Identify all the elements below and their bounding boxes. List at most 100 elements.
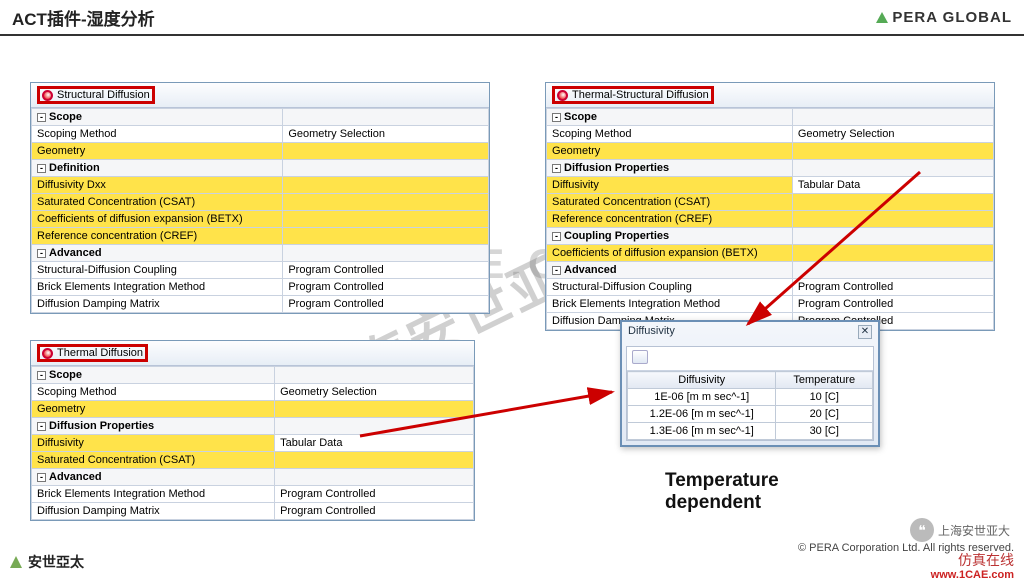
collapse-toggle-icon[interactable]: - [37,164,46,173]
property-name: Brick Elements Integration Method [32,486,275,503]
property-row: Diffusion Damping MatrixProgram Controll… [32,296,489,313]
property-name: Brick Elements Integration Method [547,296,793,313]
wechat-icon: ❝ [910,518,934,542]
property-grid: -ScopeScoping MethodGeometry SelectionGe… [31,366,474,520]
property-value[interactable] [792,245,993,262]
dialog-title-text: Diffusivity [628,325,675,339]
group-header: -Advanced [32,245,283,262]
panel-title-bar: Thermal Diffusion [31,341,474,366]
property-value[interactable]: Program Controlled [792,279,993,296]
footer-link: www.1CAE.com [931,569,1014,581]
property-row: Coefficients of diffusion expansion (BET… [32,211,489,228]
property-name: Scoping Method [32,384,275,401]
panel-title-text: Structural Diffusion [57,89,150,101]
slide-footer: 安世亞太 © PERA Corporation Ltd. All rights … [0,546,1024,576]
collapse-toggle-icon[interactable]: - [552,164,561,173]
property-row: Diffusivity Dxx [32,177,489,194]
property-value[interactable]: Program Controlled [283,296,489,313]
property-value[interactable]: Geometry Selection [275,384,474,401]
property-row: Structural-Diffusion CouplingProgram Con… [547,279,994,296]
group-header: -Scope [32,367,275,384]
diffusivity-dialog[interactable]: Diffusivity ✕ Diffusivity Temperature 1E… [620,320,880,447]
property-name: Structural-Diffusion Coupling [547,279,793,296]
property-value[interactable] [283,211,489,228]
dialog-body: Diffusivity Temperature 1E-06 [m m sec^-… [626,346,874,441]
table-tool-icon[interactable] [632,350,648,364]
property-row: -Scope [32,109,489,126]
property-row: Brick Elements Integration MethodProgram… [32,279,489,296]
wechat-attribution: ❝ 上海安世亚大 [910,518,1010,542]
property-value[interactable] [275,452,474,469]
property-value[interactable]: Geometry Selection [283,126,489,143]
collapse-toggle-icon[interactable]: - [37,422,46,431]
collapse-toggle-icon[interactable]: - [37,249,46,258]
property-row: -Coupling Properties [547,228,994,245]
close-icon[interactable]: ✕ [858,325,872,339]
property-row: Saturated Concentration (CSAT) [547,194,994,211]
table-header: Diffusivity [628,372,776,389]
property-value[interactable]: Tabular Data [275,435,474,452]
property-name: Diffusion Damping Matrix [32,503,275,520]
property-row: Diffusion Damping MatrixProgram Controll… [32,503,474,520]
collapse-toggle-icon[interactable]: - [552,113,561,122]
property-name: Diffusivity [32,435,275,452]
property-value[interactable]: Program Controlled [283,279,489,296]
property-value[interactable]: Program Controlled [792,296,993,313]
property-value[interactable]: Tabular Data [792,177,993,194]
property-name: Saturated Concentration (CSAT) [32,452,275,469]
property-row: Geometry [32,143,489,160]
property-value[interactable] [275,401,474,418]
property-value[interactable] [792,211,993,228]
footer-copyright: © PERA Corporation Ltd. All rights reser… [798,542,1014,554]
property-name: Geometry [547,143,793,160]
collapse-toggle-icon[interactable]: - [37,371,46,380]
collapse-toggle-icon[interactable]: - [552,232,561,241]
property-name: Geometry [32,143,283,160]
wechat-text: 上海安世亚大 [938,522,1010,539]
property-name: Brick Elements Integration Method [32,279,283,296]
property-row: -Advanced [32,469,474,486]
table-header: Temperature [776,372,873,389]
property-value[interactable]: Geometry Selection [792,126,993,143]
property-name: Structural-Diffusion Coupling [32,262,283,279]
property-value[interactable]: Program Controlled [275,486,474,503]
collapse-toggle-icon[interactable]: - [37,473,46,482]
group-header: -Diffusion Properties [547,160,793,177]
property-value[interactable] [792,194,993,211]
dialog-titlebar: Diffusivity ✕ [622,322,878,342]
panel-thermal-diffusion: Thermal Diffusion -ScopeScoping MethodGe… [30,340,475,521]
property-name: Diffusion Damping Matrix [32,296,283,313]
property-grid: -ScopeScoping MethodGeometry SelectionGe… [546,108,994,330]
property-row: Reference concentration (CREF) [547,211,994,228]
collapse-toggle-icon[interactable]: - [37,113,46,122]
group-header: -Scope [32,109,283,126]
brand-logo-top: PERA GLOBAL [876,9,1012,26]
panel-icon [42,90,53,101]
property-row: -Diffusion Properties [547,160,994,177]
dialog-toolbar [627,347,873,371]
property-row: Geometry [547,143,994,160]
property-row: Geometry [32,401,474,418]
property-grid: -ScopeScoping MethodGeometry SelectionGe… [31,108,489,313]
property-value[interactable] [792,143,993,160]
panel-title-bar: Structural Diffusion [31,83,489,108]
property-value[interactable] [283,177,489,194]
panel-title-bar: Thermal-Structural Diffusion [546,83,994,108]
property-value[interactable] [283,228,489,245]
collapse-toggle-icon[interactable]: - [552,266,561,275]
logo-triangle-icon [10,556,22,568]
diffusivity-table: Diffusivity Temperature 1E-06 [m m sec^-… [627,371,873,440]
property-row: Structural-Diffusion CouplingProgram Con… [32,262,489,279]
property-value[interactable] [283,143,489,160]
panel-thermal-structural-diffusion: Thermal-Structural Diffusion -ScopeScopi… [545,82,995,331]
property-name: Saturated Concentration (CSAT) [32,194,283,211]
property-value[interactable]: Program Controlled [283,262,489,279]
property-name: Reference concentration (CREF) [32,228,283,245]
property-row: Brick Elements Integration MethodProgram… [547,296,994,313]
property-value[interactable] [283,194,489,211]
table-row: 1.3E-06 [m m sec^-1]30 [C] [628,423,873,440]
panel-title-text: Thermal Diffusion [57,347,143,359]
property-value[interactable]: Program Controlled [275,503,474,520]
logo-triangle-icon [876,12,888,23]
panel-title-text: Thermal-Structural Diffusion [572,89,709,101]
